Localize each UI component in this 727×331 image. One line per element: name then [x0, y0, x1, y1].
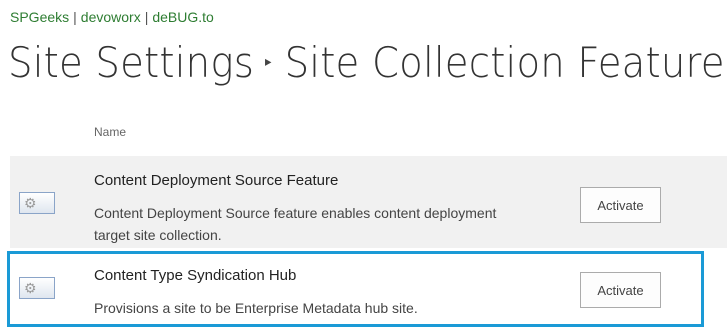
page-title-root-link[interactable]: Site Settings [8, 38, 254, 87]
breadcrumb-link-debug[interactable]: deBUG.to [152, 9, 213, 25]
highlight-box [7, 251, 704, 327]
breadcrumb-link-spgeeks[interactable]: SPGeeks [10, 9, 69, 25]
breadcrumb-separator: | [73, 9, 77, 25]
page-title: Site Settings ▸ Site Collection Features [8, 38, 727, 87]
breadcrumb-arrow-icon: ▸ [265, 53, 272, 70]
feature-description: Content Deployment Source feature enable… [94, 202, 564, 246]
feature-gear-icon: ⚙ [19, 192, 55, 214]
gear-icon: ⚙ [24, 195, 37, 211]
breadcrumb-separator: | [144, 9, 149, 25]
feature-description-line: target site collection. [94, 227, 222, 243]
feature-title: Content Deployment Source Feature [94, 172, 339, 189]
column-header-name: Name [94, 125, 127, 139]
breadcrumb: SPGeeks | devoworx | deBUG.to [10, 9, 214, 25]
page-title-current: Site Collection Features [284, 38, 727, 87]
feature-row-content-deployment-source: ⚙ Content Deployment Source Feature Cont… [10, 156, 727, 248]
breadcrumb-link-devoworx[interactable]: devoworx [81, 9, 141, 25]
feature-description-line: Content Deployment Source feature enable… [94, 205, 497, 221]
activate-button[interactable]: Activate [580, 187, 661, 223]
